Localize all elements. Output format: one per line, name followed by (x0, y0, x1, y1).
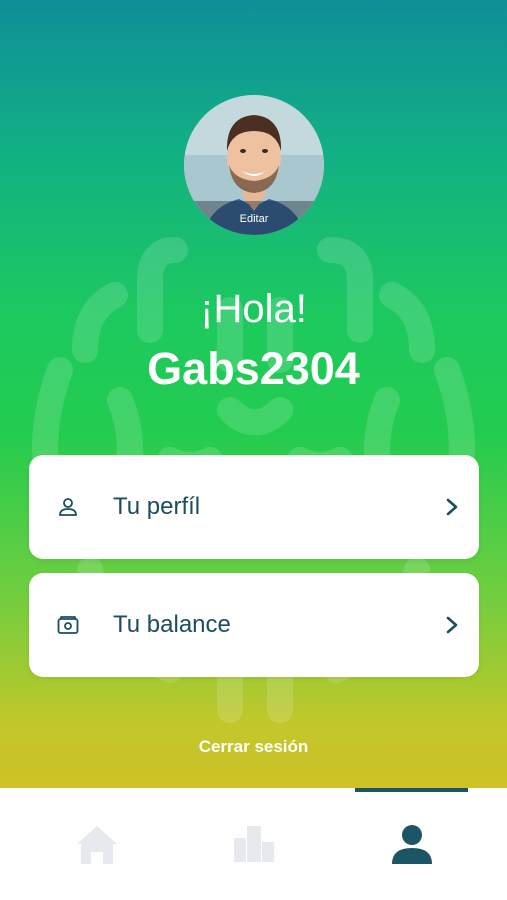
building-icon (234, 826, 274, 862)
logout-button[interactable]: Cerrar sesión (0, 737, 507, 757)
profile-menu-label: Tu perfíl (113, 493, 201, 520)
home-icon (77, 826, 117, 864)
active-tab-indicator (355, 788, 468, 792)
balance-menu-label: Tu balance (113, 611, 231, 638)
greeting-text: ¡Hola! (200, 287, 307, 331)
profile-menu-card[interactable]: Tu perfíl (29, 455, 479, 559)
tab-building[interactable] (224, 822, 284, 872)
wallet-icon (57, 616, 79, 634)
profile-screen: Editar ¡Hola! Gabs2304 Tu perfíl Tu bala… (0, 0, 507, 788)
username-text: Gabs2304 (147, 343, 360, 394)
user-outline-icon (59, 498, 77, 516)
avatar-edit-band[interactable]: Editar (184, 201, 324, 235)
edit-avatar-label: Editar (239, 213, 269, 225)
bottom-tab-bar (0, 788, 507, 900)
tab-home[interactable] (67, 822, 127, 872)
chevron-right-icon (446, 616, 458, 634)
balance-menu-card[interactable]: Tu balance (29, 573, 479, 677)
person-icon (392, 825, 432, 864)
tab-profile[interactable] (382, 822, 442, 872)
profile-avatar[interactable]: Editar (184, 95, 324, 235)
chevron-right-icon (446, 498, 458, 516)
